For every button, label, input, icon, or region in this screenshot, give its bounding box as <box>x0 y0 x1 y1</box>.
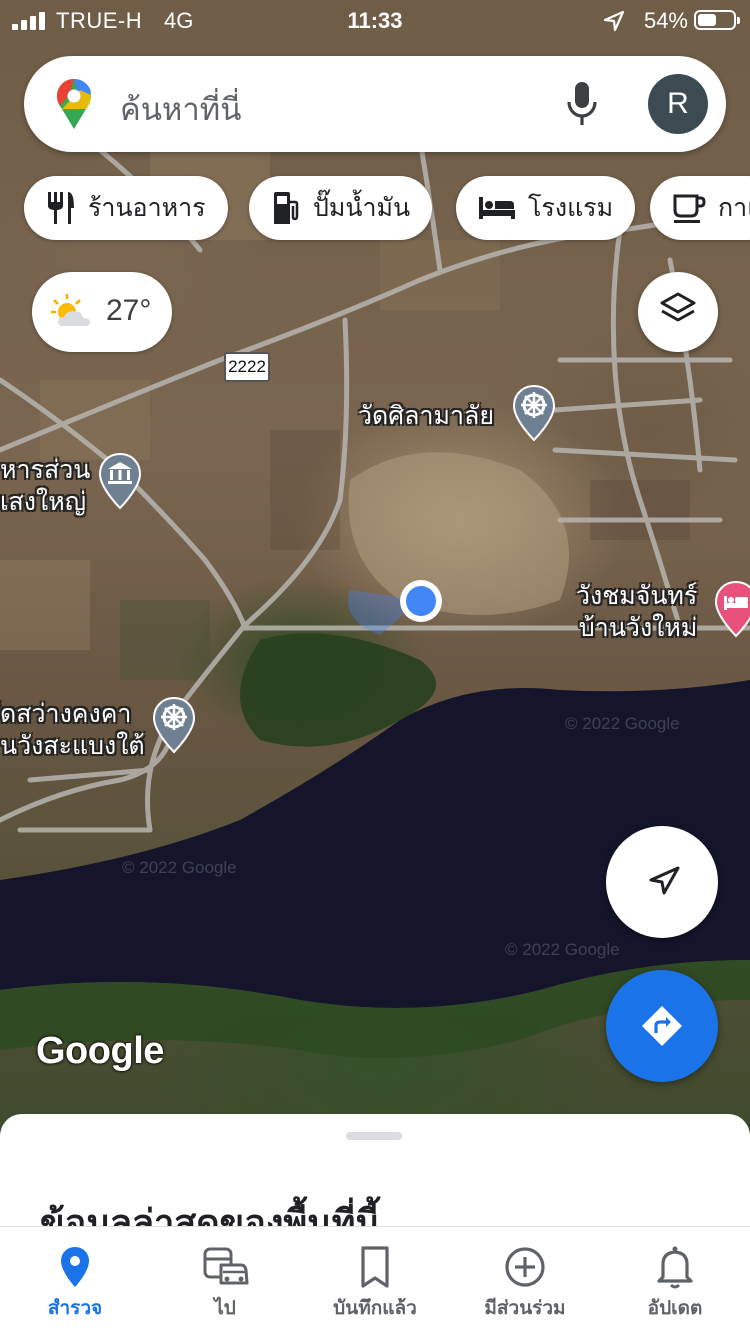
nav-tab-label: ไป <box>214 1297 236 1319</box>
battery-fill <box>698 14 716 26</box>
sheet-title: ข้อมูลล่าสุดของพื้นที่นี้ <box>40 1203 381 1226</box>
copyright-watermark: © 2022 Google <box>122 858 237 877</box>
fork-knife-icon <box>48 192 74 224</box>
temperature: 27° <box>106 294 152 327</box>
nav-tab-go[interactable]: ไป <box>150 1227 300 1334</box>
navigation-arrow-icon <box>649 866 680 895</box>
current-location-dot <box>400 580 442 622</box>
directions-button[interactable] <box>606 970 718 1082</box>
chip-gas-stations[interactable]: ปั๊มน้ำมัน <box>249 176 433 240</box>
chip-label: โรงแรม <box>528 193 614 222</box>
nav-tab-label: มีส่วนร่วม <box>484 1297 566 1319</box>
nav-tab-explore[interactable]: สำรวจ <box>0 1227 150 1334</box>
chip-label: ปั๊มน้ำมัน <box>313 193 411 222</box>
commute-icon <box>203 1247 249 1285</box>
sheet-drag-handle[interactable] <box>346 1132 402 1140</box>
poi-label-line: หารส่วน <box>0 455 91 484</box>
poi-label-line: วังชมจันทร์ <box>576 581 698 610</box>
microphone-icon[interactable] <box>564 78 600 130</box>
hotel-pin-icon[interactable] <box>714 580 750 638</box>
nav-tab-label: บันทึกแล้ว <box>333 1297 417 1319</box>
chip-hotels[interactable]: โรงแรม <box>456 176 636 240</box>
bottom-sheet[interactable]: ข้อมูลล่าสุดของพื้นที่นี้ <box>0 1114 750 1226</box>
chip-coffee[interactable]: กาแฟ <box>650 176 750 240</box>
battery-icon <box>694 10 740 30</box>
google-logo: Google <box>36 1030 164 1072</box>
copyright-watermark: © 2022 Google <box>565 714 680 733</box>
museum-pin-icon[interactable] <box>98 452 142 510</box>
chip-label: กาแฟ <box>718 193 750 222</box>
my-location-button[interactable] <box>606 826 718 938</box>
location-services-icon <box>603 10 625 32</box>
poi-label-line: นวังสะแบงใต้ <box>0 731 145 760</box>
nav-tab-contribute[interactable]: มีส่วนร่วม <box>450 1227 600 1334</box>
add-circle-icon <box>505 1247 545 1287</box>
bookmark-icon <box>361 1246 389 1288</box>
battery-percent: 54% <box>643 8 688 33</box>
poi-label-line: บ้านวังใหม่ <box>578 613 698 642</box>
layers-icon <box>660 292 696 322</box>
nav-tab-saved[interactable]: บันทึกแล้ว <box>300 1227 450 1334</box>
google-maps-logo-icon <box>57 79 91 129</box>
search-bar[interactable]: ค้นหาที่นี่ R <box>24 56 726 152</box>
bed-icon <box>479 197 515 219</box>
poi-label-line: ัดสว่างคงคา <box>0 699 132 728</box>
poi-label-wat-sawang[interactable]: ัดสว่างคงคา นวังสะแบงใต้ <box>0 698 145 762</box>
directions-icon <box>642 1006 682 1046</box>
poi-label-museum[interactable]: หารส่วน เสงใหญ่ <box>0 454 90 518</box>
satellite-imagery <box>0 137 750 1058</box>
nav-tab-updates[interactable]: อัปเดต <box>600 1227 750 1334</box>
layers-button[interactable] <box>638 272 718 352</box>
location-pin-icon <box>61 1247 89 1287</box>
account-avatar[interactable]: R <box>648 74 708 134</box>
poi-label-wat-sila[interactable]: วัดศิลามาลัย <box>358 400 494 432</box>
search-input[interactable]: ค้นหาที่นี่ <box>120 84 241 134</box>
poi-label-hotel[interactable]: วังชมจันทร์ บ้านวังใหม่ <box>576 580 697 644</box>
clock: 11:33 <box>347 8 403 33</box>
status-bar: TRUE-H 4G 11:33 54% <box>0 0 750 42</box>
poi-label-line: เสงใหญ่ <box>0 487 86 516</box>
bell-icon <box>657 1246 693 1289</box>
road-shield: 2222 <box>224 352 270 382</box>
gas-pump-icon <box>274 192 299 224</box>
temple-pin-icon[interactable] <box>152 696 196 754</box>
chip-restaurants[interactable]: ร้านอาหาร <box>24 176 228 240</box>
partly-cloudy-icon <box>51 294 90 326</box>
bottom-navigation: สำรวจ ไป บันทึกแล้ว มีส่วนร่วม อัปเดต <box>0 1226 750 1334</box>
nav-tab-label: อัปเดต <box>647 1297 703 1319</box>
chip-label: ร้านอาหาร <box>88 193 206 222</box>
nav-tab-label: สำรวจ <box>47 1297 103 1319</box>
coffee-cup-icon <box>673 194 706 223</box>
temple-pin-icon[interactable] <box>512 384 556 442</box>
map-view[interactable]: © 2022 Google © 2022 Google © 2022 Googl… <box>0 0 750 1130</box>
weather-chip[interactable]: 27° <box>32 272 172 352</box>
copyright-watermark: © 2022 Google <box>505 940 620 959</box>
